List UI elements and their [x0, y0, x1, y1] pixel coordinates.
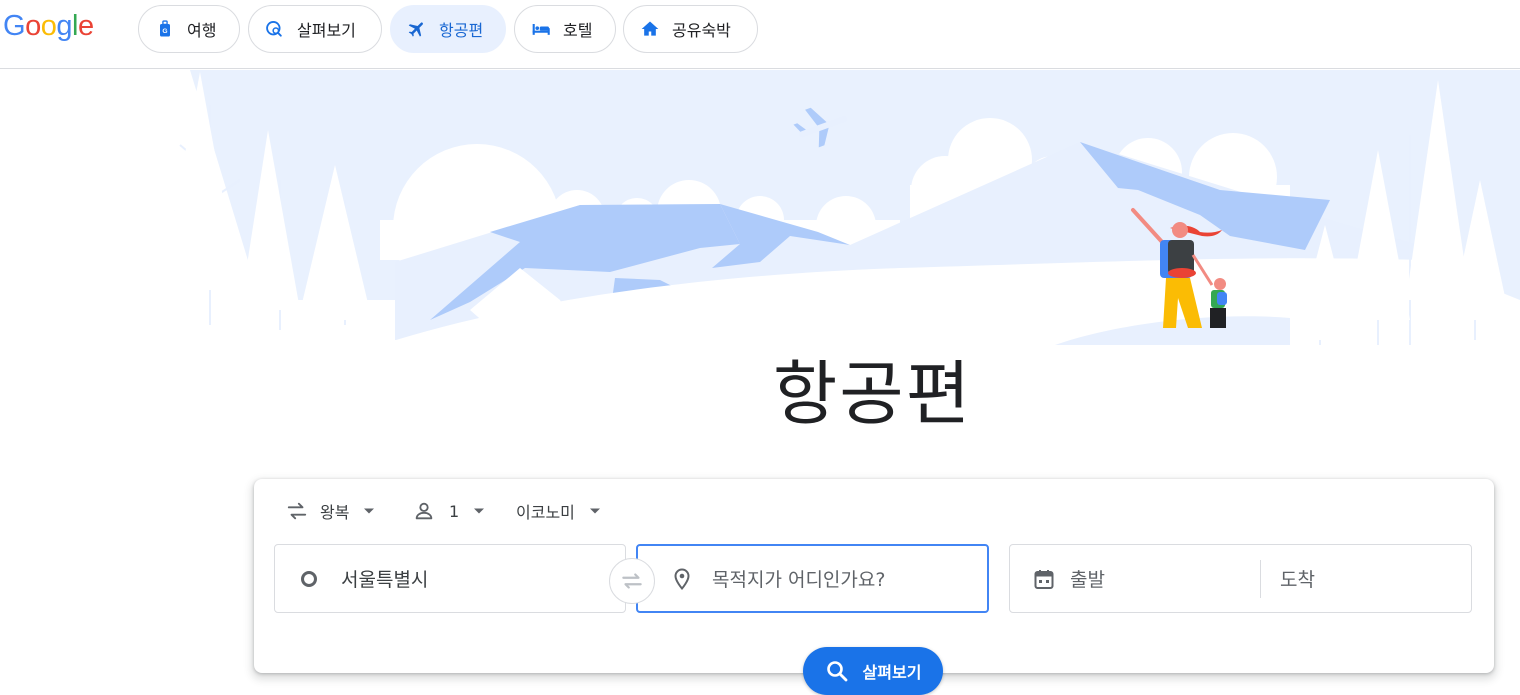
logo-letter: o	[40, 10, 57, 42]
tab-travel[interactable]: G 여행	[138, 5, 240, 53]
depart-date-input[interactable]: 출발	[1070, 565, 1105, 592]
tab-label: 여행	[187, 21, 217, 40]
explore-icon	[265, 19, 285, 39]
tab-label: 항공편	[439, 21, 484, 40]
luggage-icon: G	[155, 19, 175, 39]
chevron-down-icon	[363, 505, 375, 517]
destination-input[interactable]: 목적지가 어디인가요?	[712, 565, 885, 592]
tab-label: 공유숙박	[672, 21, 731, 40]
chevron-down-icon	[589, 505, 601, 517]
tab-explore[interactable]: 살펴보기	[248, 5, 382, 53]
cabin-class-select[interactable]: 이코노미	[516, 499, 601, 523]
origin-value: 서울특별시	[341, 569, 429, 591]
chevron-down-icon	[473, 505, 485, 517]
trip-type-select[interactable]: 왕복	[286, 499, 375, 523]
tab-label: 호텔	[563, 21, 593, 40]
location-pin-icon	[670, 567, 694, 591]
destination-field[interactable]: 목적지가 어디인가요?	[636, 544, 989, 613]
passenger-count: 1	[449, 501, 460, 521]
google-logo[interactable]: Google	[3, 10, 94, 43]
logo-letter: g	[56, 10, 72, 42]
hero-illustration	[0, 70, 1520, 370]
trip-type-value: 왕복	[320, 503, 350, 522]
swap-arrows-icon	[286, 500, 308, 522]
calendar-icon	[1032, 567, 1056, 591]
home-icon	[640, 19, 660, 39]
swap-arrows-icon	[622, 573, 642, 589]
search-icon	[826, 661, 847, 682]
origin-circle-icon	[299, 569, 319, 589]
hotel-bed-icon	[531, 19, 551, 39]
svg-text:G: G	[162, 28, 167, 35]
passenger-select[interactable]: 1	[413, 499, 485, 523]
return-date-input[interactable]: 도착	[1280, 565, 1315, 592]
tab-vacation-rentals[interactable]: 공유숙박	[623, 5, 758, 53]
date-divider	[1260, 560, 1261, 598]
date-range-field[interactable]: 출발 도착	[1009, 544, 1472, 613]
person-icon	[413, 500, 435, 522]
logo-letter: e	[77, 10, 94, 42]
top-bar: Google G 여행 살펴보기 항공편 호텔 공유숙박	[0, 0, 1520, 69]
cabin-class-value: 이코노미	[516, 503, 575, 522]
flight-search-card: 왕복 1 이코노미 서울특별시 목적지가 어디인가요? 출발 도착	[254, 479, 1494, 673]
search-button[interactable]: 살펴보기	[803, 647, 943, 695]
logo-letter: G	[3, 10, 26, 42]
swap-places-button[interactable]	[609, 558, 655, 604]
logo-letter: o	[25, 10, 41, 42]
origin-field[interactable]: 서울특별시	[274, 544, 626, 613]
page-title: 항공편	[772, 353, 973, 435]
tab-label: 살펴보기	[297, 21, 356, 40]
search-button-label: 살펴보기	[862, 663, 922, 682]
flight-icon	[407, 19, 427, 39]
tab-flights[interactable]: 항공편	[390, 5, 506, 53]
tab-hotels[interactable]: 호텔	[514, 5, 616, 53]
